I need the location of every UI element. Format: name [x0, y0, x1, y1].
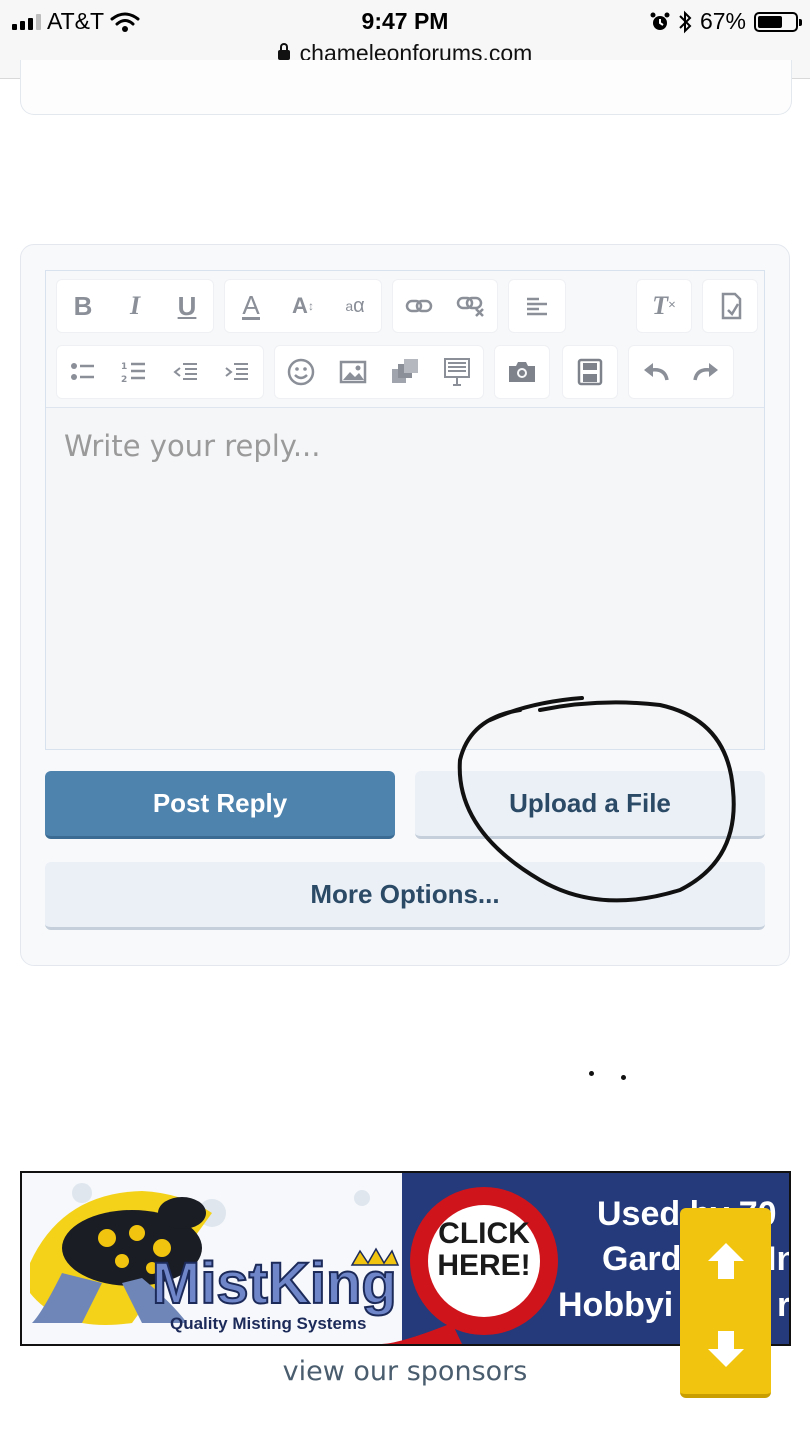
post-reply-button[interactable]: Post Reply: [45, 771, 395, 839]
banner-tagline: Quality Misting Systems: [170, 1314, 367, 1333]
svg-text:2: 2: [121, 375, 127, 384]
camera-group: [494, 345, 550, 399]
font-group: A A ↕ aα: [224, 279, 382, 333]
banner-text-line3: Hobbyi: [558, 1286, 673, 1324]
history-group: [628, 345, 734, 399]
italic-icon[interactable]: I: [113, 284, 157, 328]
battery-fill: [758, 15, 782, 28]
scroll-to-bottom-button[interactable]: [680, 1304, 771, 1394]
stray-dot: [589, 1071, 594, 1076]
camera-icon[interactable]: [500, 350, 544, 394]
banner-artwork: MistKing Quality Misting Systems CLICK H…: [22, 1173, 789, 1344]
banner-text-line2: Gard: [602, 1240, 681, 1278]
font-size-icon[interactable]: A ↕: [281, 284, 325, 328]
upload-file-button[interactable]: Upload a File: [415, 771, 765, 839]
bbcode-group: [702, 279, 758, 333]
media-icon[interactable]: [383, 350, 427, 394]
status-right: 67%: [650, 8, 802, 35]
unlink-icon[interactable]: [449, 284, 493, 328]
clear-format-icon[interactable]: T ×: [642, 284, 686, 328]
numbered-list-icon[interactable]: 12: [112, 350, 156, 394]
more-options-button[interactable]: More Options...: [45, 862, 765, 930]
banner-cta-line1: CLICK: [438, 1217, 530, 1250]
alarm-icon: [650, 12, 670, 30]
reply-placeholder: Write your reply...: [64, 429, 321, 463]
format-group: B I U: [56, 279, 214, 333]
link-group: [392, 279, 498, 333]
banner-text-line3-end: r: [777, 1286, 789, 1324]
indent-icon[interactable]: [215, 350, 259, 394]
sponsor-banner[interactable]: MistKing Quality Misting Systems CLICK H…: [20, 1171, 791, 1346]
link-icon[interactable]: [397, 284, 441, 328]
scroll-to-top-button[interactable]: [680, 1216, 771, 1306]
draft-group: [562, 345, 618, 399]
battery-icon: [754, 11, 802, 32]
editor-toolbar: B I U A A ↕ aα T × 1 2: [46, 271, 764, 408]
bluetooth-icon: [679, 10, 692, 33]
stray-dot: [621, 1075, 626, 1080]
undo-icon[interactable]: [633, 350, 677, 394]
arrow-up-icon: [707, 1243, 744, 1279]
insert-group: [274, 345, 484, 399]
insert-icon[interactable]: [435, 350, 479, 394]
align-group: [508, 279, 566, 333]
outdent-icon[interactable]: [164, 350, 208, 394]
previous-post-card: [20, 60, 792, 115]
redo-icon[interactable]: [685, 350, 729, 394]
text-color-icon[interactable]: A: [229, 284, 273, 328]
toggle-bbcode-icon[interactable]: [708, 284, 752, 328]
lock-icon: [277, 43, 290, 60]
smiley-icon[interactable]: [279, 350, 323, 394]
align-icon[interactable]: [515, 284, 559, 328]
reply-editor[interactable]: B I U A A ↕ aα T × 1 2 Write your reply.…: [45, 270, 765, 750]
list-group: 12: [56, 345, 264, 399]
image-icon[interactable]: [331, 350, 375, 394]
battery-percent: 67%: [699, 8, 746, 34]
svg-text:1: 1: [121, 362, 127, 372]
clear-group: T ×: [636, 279, 692, 333]
underline-icon[interactable]: U: [165, 284, 209, 328]
bold-icon[interactable]: B: [61, 284, 105, 328]
font-family-icon[interactable]: aα: [333, 284, 377, 328]
banner-cta-line2: HERE!: [437, 1249, 530, 1282]
scroll-widget: [680, 1208, 771, 1398]
arrow-down-icon: [707, 1331, 744, 1367]
bullet-list-icon[interactable]: [61, 350, 105, 394]
save-draft-icon[interactable]: [568, 350, 612, 394]
